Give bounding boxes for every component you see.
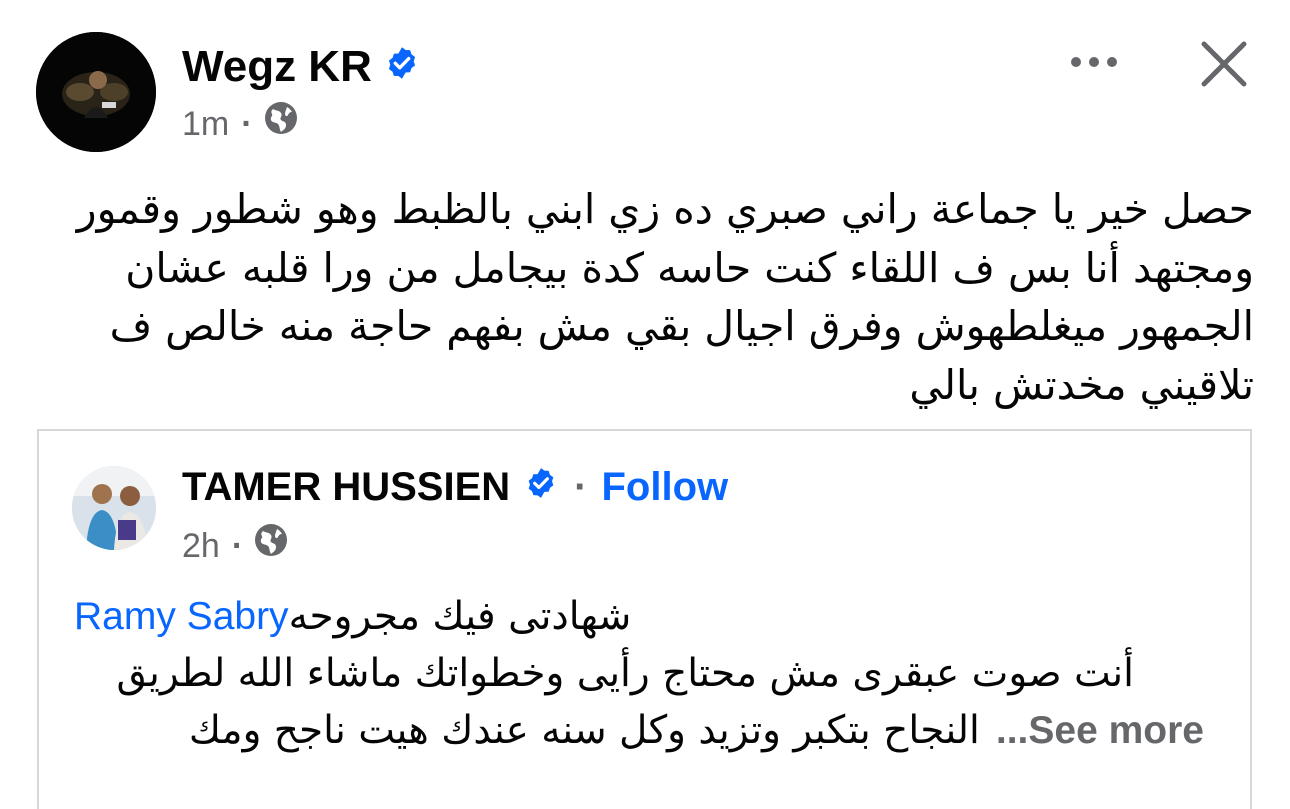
follow-separator: ·: [574, 465, 588, 509]
shared-author-row: TAMER HUSSIEN · Follow: [182, 462, 728, 512]
shared-author-avatar[interactable]: [72, 466, 156, 550]
see-more-button[interactable]: ...See more: [996, 702, 1204, 759]
post-author[interactable]: Wegz KR: [182, 40, 420, 94]
shared-avatar-photo: [72, 466, 156, 550]
author-avatar[interactable]: [36, 32, 156, 152]
shared-post-timestamp[interactable]: 2h: [182, 524, 220, 568]
post-meta: 1m ·: [182, 100, 299, 147]
avatar-photo: [36, 32, 156, 152]
verified-badge-icon: [384, 40, 420, 94]
meta-separator: ·: [231, 526, 244, 565]
meta-separator: ·: [241, 104, 253, 143]
shared-author-name[interactable]: TAMER HUSSIEN: [182, 462, 510, 512]
post-author-name[interactable]: Wegz KR: [182, 40, 372, 94]
more-options-icon: [1071, 57, 1117, 67]
shared-post-text: Ramy Sabry شهادتى فيك مجروحه أنت صوت عبق…: [74, 588, 1204, 759]
globe-icon: [253, 522, 289, 569]
post-timestamp[interactable]: 1m: [182, 102, 229, 146]
shared-text-segment: النجاح بتكبر وتزيد وكل سنه عندك هيت ناجح…: [188, 708, 980, 753]
shared-text-segment: شهادتى فيك مجروحه: [288, 594, 632, 639]
verified-badge-icon: [524, 462, 558, 512]
close-icon: [1201, 41, 1247, 87]
globe-icon: [263, 100, 299, 147]
more-options-button[interactable]: [1062, 44, 1126, 80]
shared-text-line: Ramy Sabry شهادتى فيك مجروحه: [74, 588, 1204, 645]
follow-button[interactable]: Follow: [602, 462, 729, 512]
shared-post-meta: 2h ·: [182, 522, 289, 569]
post-text: حصل خير يا جماعة راني صبري ده زي ابني با…: [76, 185, 1254, 409]
shared-text-line: النجاح بتكبر وتزيد وكل سنه عندك هيت ناجح…: [74, 702, 1204, 759]
shared-text-line: أنت صوت عبقرى مش محتاج رأيى وخطواتك ماشا…: [116, 651, 1134, 696]
mention-link[interactable]: Ramy Sabry: [74, 588, 289, 645]
close-button[interactable]: [1196, 36, 1252, 92]
